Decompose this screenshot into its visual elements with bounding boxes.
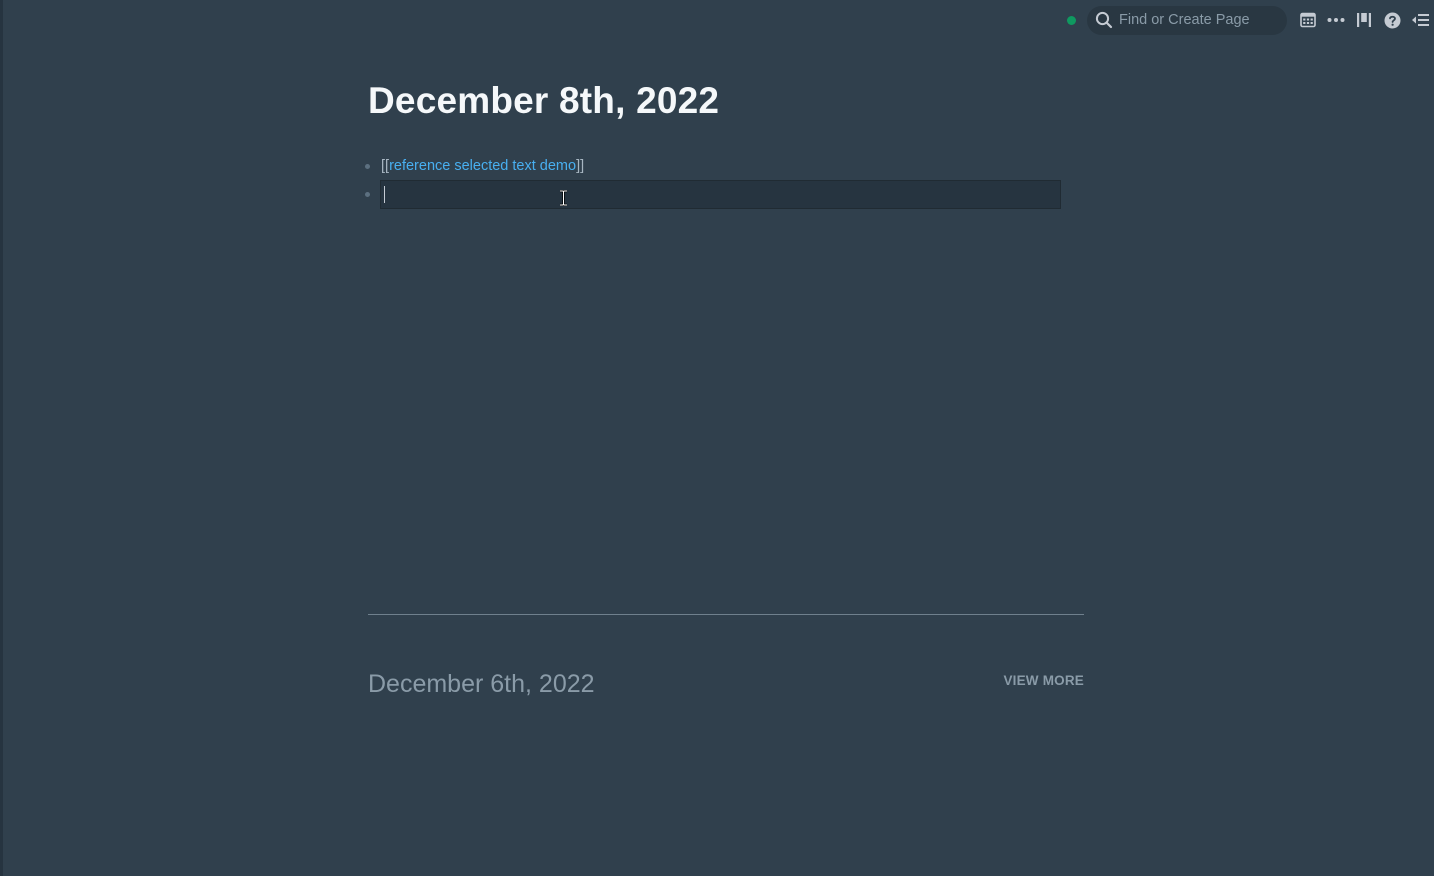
right-sidebar-toggle[interactable] (1406, 6, 1434, 34)
block: [[reference selected text demo]] (365, 152, 1084, 180)
block-editor-textarea[interactable] (380, 179, 1061, 209)
more-icon (1327, 18, 1345, 22)
column-layout-icon (1357, 13, 1371, 27)
link-open-bracket: [[ (381, 158, 390, 174)
app-window: December 8th, 2022 [[reference selected … (0, 0, 1434, 876)
daily-notes-button[interactable] (1294, 6, 1322, 34)
block-list: [[reference selected text demo]] (365, 152, 1084, 209)
previous-note-title[interactable]: December 6th, 2022 (368, 670, 595, 699)
previous-daily-note: December 6th, 2022 VIEW MORE (368, 670, 1084, 699)
right-sidebar-icon (1411, 14, 1429, 26)
block-bullet[interactable] (365, 164, 370, 169)
help-button[interactable] (1378, 6, 1406, 34)
ibeam-cursor-icon (560, 189, 567, 206)
search-input[interactable] (1119, 12, 1279, 28)
more-options-button[interactable] (1322, 6, 1350, 34)
block-bullet[interactable] (365, 192, 370, 197)
block-content[interactable]: [[reference selected text demo]] (381, 152, 584, 180)
text-caret (384, 185, 385, 203)
sync-status-dot (1067, 15, 1076, 25)
page-reference-link[interactable]: reference selected text demo (389, 158, 576, 174)
view-more-button[interactable]: VIEW MORE (1003, 673, 1084, 688)
search-bar[interactable] (1087, 5, 1287, 35)
block (365, 179, 1084, 209)
all-pages-button[interactable] (1350, 6, 1378, 34)
page-divider (368, 614, 1084, 615)
search-icon (1095, 11, 1113, 29)
link-close-bracket: ]] (576, 158, 585, 174)
calendar-icon (1300, 12, 1316, 28)
help-icon (1384, 12, 1400, 28)
daily-note-page: December 8th, 2022 [[reference selected … (365, 70, 1084, 209)
page-title[interactable]: December 8th, 2022 (368, 70, 1084, 132)
top-bar (1067, 5, 1434, 35)
